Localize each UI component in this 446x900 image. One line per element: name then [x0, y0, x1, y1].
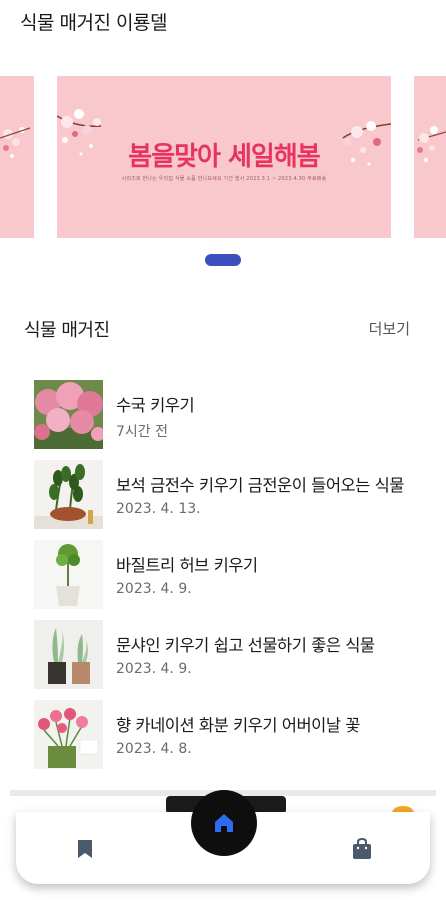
- bookmark-icon[interactable]: [76, 839, 94, 859]
- article-item[interactable]: 보석 금전수 키우기 금전운이 들어오는 식물 2023. 4. 13.: [34, 460, 434, 530]
- banner-subtitle: 시리즈로 만나는 우리집 식물 소품 만나보세요 기간 행사 2023.3.1 …: [121, 176, 327, 182]
- banner-slide-next[interactable]: [414, 76, 446, 238]
- banner-slide-current[interactable]: 봄을맞아 세일해봄 시리즈로 만나는 우리집 식물 소품 만나보세요 기간 행사…: [57, 76, 391, 238]
- article-thumbnail: [34, 700, 103, 769]
- article-date: 2023. 4. 8.: [116, 741, 192, 757]
- article-title: 문샤인 키우기 쉽고 선물하기 좋은 식물: [116, 636, 375, 655]
- article-title: 바질트리 허브 키우기: [116, 556, 258, 575]
- article-date: 2023. 4. 9.: [116, 581, 192, 597]
- article-title: 보석 금전수 키우기 금전운이 들어오는 식물: [116, 476, 404, 495]
- article-date: 2023. 4. 9.: [116, 661, 192, 677]
- article-item[interactable]: 향 카네이션 화분 키우기 어버이날 꽃 2023. 4. 8.: [34, 700, 434, 770]
- shopping-bag-icon[interactable]: [352, 838, 372, 860]
- article-title: 수국 키우기: [116, 396, 195, 415]
- more-link[interactable]: 더보기: [369, 318, 410, 339]
- article-thumbnail: [34, 460, 103, 529]
- banner-slide-prev[interactable]: [0, 76, 34, 238]
- article-item[interactable]: 문샤인 키우기 쉽고 선물하기 좋은 식물 2023. 4. 9.: [34, 620, 434, 690]
- article-thumbnail: [34, 540, 103, 609]
- app-title: 식물 매거진 이룡델: [20, 12, 167, 34]
- article-title: 향 카네이션 화분 키우기 어버이날 꽃: [116, 716, 360, 735]
- carousel-page-indicator: [205, 254, 241, 266]
- article-date: 2023. 4. 13.: [116, 501, 201, 517]
- blossom-decoration: [417, 126, 446, 162]
- banner-title: 봄을맞아 세일해봄: [128, 142, 320, 172]
- article-thumbnail: [34, 380, 103, 449]
- section-title: 식물 매거진: [24, 320, 110, 341]
- banner-carousel[interactable]: 봄을맞아 세일해봄 시리즈로 만나는 우리집 식물 소품 만나보세요 기간 행사…: [0, 76, 446, 238]
- home-icon: [215, 814, 233, 832]
- article-thumbnail: [34, 620, 103, 689]
- article-date: 7시간 전: [116, 424, 168, 440]
- article-item[interactable]: 바질트리 허브 키우기 2023. 4. 9.: [34, 540, 434, 610]
- blossom-decoration: [0, 127, 31, 158]
- home-button[interactable]: [191, 790, 257, 856]
- article-item[interactable]: 수국 키우기 7시간 전: [34, 380, 434, 450]
